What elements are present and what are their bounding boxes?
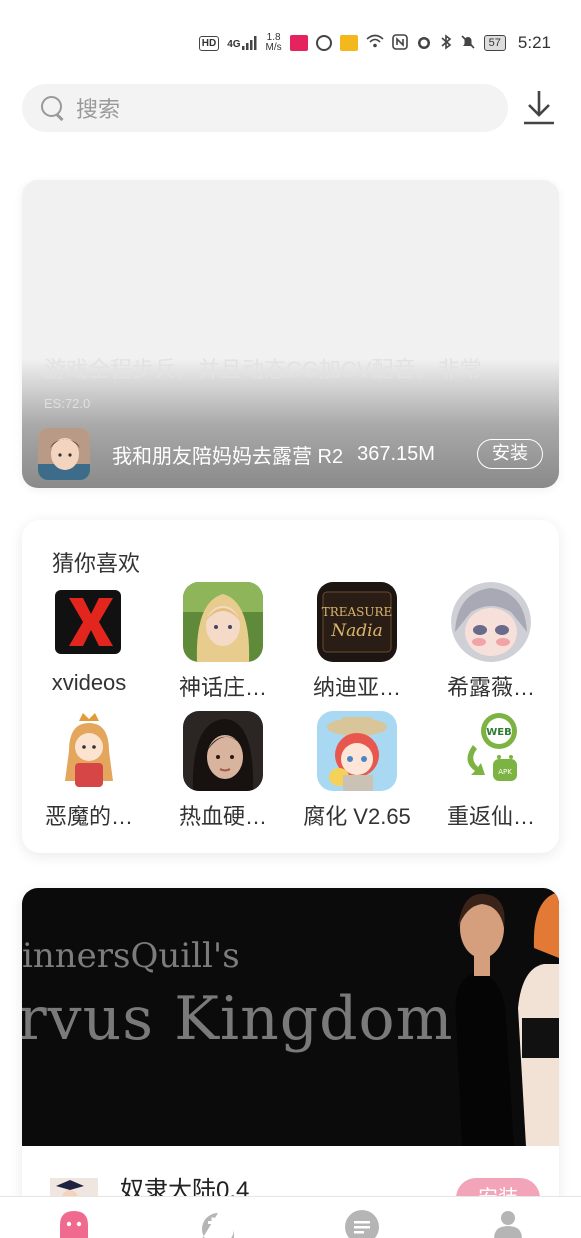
featured-info-bar: 我和朋友陪妈妈去露营 R2 367.15M 安装 — [22, 420, 559, 488]
app-notification-icon — [289, 35, 308, 51]
app-name: 恶魔的… — [44, 804, 133, 829]
app-item-sylvie[interactable]: 希露薇… — [424, 582, 558, 702]
mute-bell-icon — [460, 34, 476, 53]
app-item-demon[interactable]: 恶魔的… — [22, 711, 156, 831]
app-name: 希露薇… — [446, 675, 535, 700]
app-name: 纳迪亚… — [312, 675, 401, 700]
app-item-corruption[interactable]: 腐化 V2.65 — [290, 711, 424, 831]
nfc-icon — [391, 33, 408, 53]
games-controller-icon[interactable] — [200, 1209, 236, 1238]
app-name: 腐化 V2.65 — [303, 804, 411, 829]
sylvie-icon — [451, 582, 531, 662]
game-card[interactable]: innersQuill's rvus Kingdom 奴隶大陆0.4 安装 — [22, 888, 559, 1218]
featured-app-icon — [38, 428, 90, 480]
cell-signal-icon: 4G — [227, 36, 257, 50]
bottom-nav — [0, 1196, 581, 1238]
network-type-label: 4G — [227, 39, 241, 50]
featured-subtext: ES:72.0 — [44, 396, 91, 411]
net-speed: 1.8 M/s — [266, 33, 282, 53]
clock: 5:21 — [517, 33, 551, 52]
alarm-icon — [416, 34, 432, 53]
app-name: xvideos — [51, 670, 127, 695]
profile-person-icon[interactable] — [490, 1209, 526, 1238]
bluetooth-icon — [440, 33, 452, 53]
demon-girl-icon — [49, 711, 129, 791]
app-name: 重返仙… — [446, 804, 535, 829]
status-icons: HD 4G 1.8 M/s 57 5:21 — [198, 30, 551, 56]
app-item-nadia[interactable]: TREASURE Nadia 纳迪亚… — [290, 582, 424, 702]
wifi-icon — [366, 34, 384, 53]
mail-notification-icon — [339, 35, 358, 51]
myth-estate-icon — [183, 582, 263, 662]
game-banner-characters — [455, 892, 559, 1146]
search-placeholder: 搜索 — [76, 97, 121, 122]
featured-size: 367.15M — [357, 442, 435, 465]
download-icon[interactable] — [520, 88, 558, 128]
treasure-nadia-icon: TREASURE Nadia — [317, 582, 397, 662]
hot-blood-icon — [183, 711, 263, 791]
svg-text:Nadia: Nadia — [330, 621, 382, 641]
corruption-icon — [317, 711, 397, 791]
recommend-card: 猜你喜欢 xvideos 神话庄… TREASURE Nadia 纳迪亚… 希露… — [22, 520, 559, 853]
app-item-hotblood[interactable]: 热血硬… — [156, 711, 290, 831]
home-ghost-icon[interactable] — [56, 1209, 92, 1238]
search-input[interactable]: 搜索 — [22, 84, 508, 132]
app-name: 神话庄… — [178, 675, 267, 700]
search-icon — [40, 95, 66, 121]
svg-text:APK: APK — [498, 768, 512, 776]
hd-indicator: HD — [198, 35, 220, 51]
app-name: 热血硬… — [178, 804, 267, 829]
recommend-title: 猜你喜欢 — [52, 551, 141, 576]
status-bar: HD 4G 1.8 M/s 57 5:21 — [0, 0, 581, 80]
game-banner-image: innersQuill's rvus Kingdom — [22, 888, 559, 1146]
net-speed-unit: M/s — [265, 42, 282, 53]
game-banner-line1: innersQuill's — [22, 936, 240, 976]
game-banner-line2: rvus Kingdom — [22, 984, 454, 1054]
featured-title: 我和朋友陪妈妈去露营 R2 — [112, 445, 344, 468]
featured-install-button[interactable]: 安装 — [477, 439, 543, 469]
svg-text:TREASURE: TREASURE — [322, 605, 393, 619]
xvideos-icon — [49, 582, 129, 662]
app-item-myth[interactable]: 神话庄… — [156, 582, 290, 702]
web-apk-icon: WEB APK — [451, 711, 531, 791]
feed-list-icon[interactable] — [344, 1209, 380, 1238]
app-item-xvideos[interactable]: xvideos — [22, 582, 156, 696]
featured-description: 游戏全程步兵，并且动态CG加CV配音。非常 — [44, 357, 482, 382]
sync-icon — [315, 35, 332, 51]
svg-text:WEB: WEB — [486, 727, 511, 738]
app-item-return[interactable]: WEB APK 重返仙… — [424, 711, 558, 831]
featured-banner[interactable]: 游戏全程步兵，并且动态CG加CV配音。非常 ES:72.0 我和朋友陪妈妈去露营… — [22, 180, 559, 488]
battery-icon: 57 — [483, 35, 506, 51]
